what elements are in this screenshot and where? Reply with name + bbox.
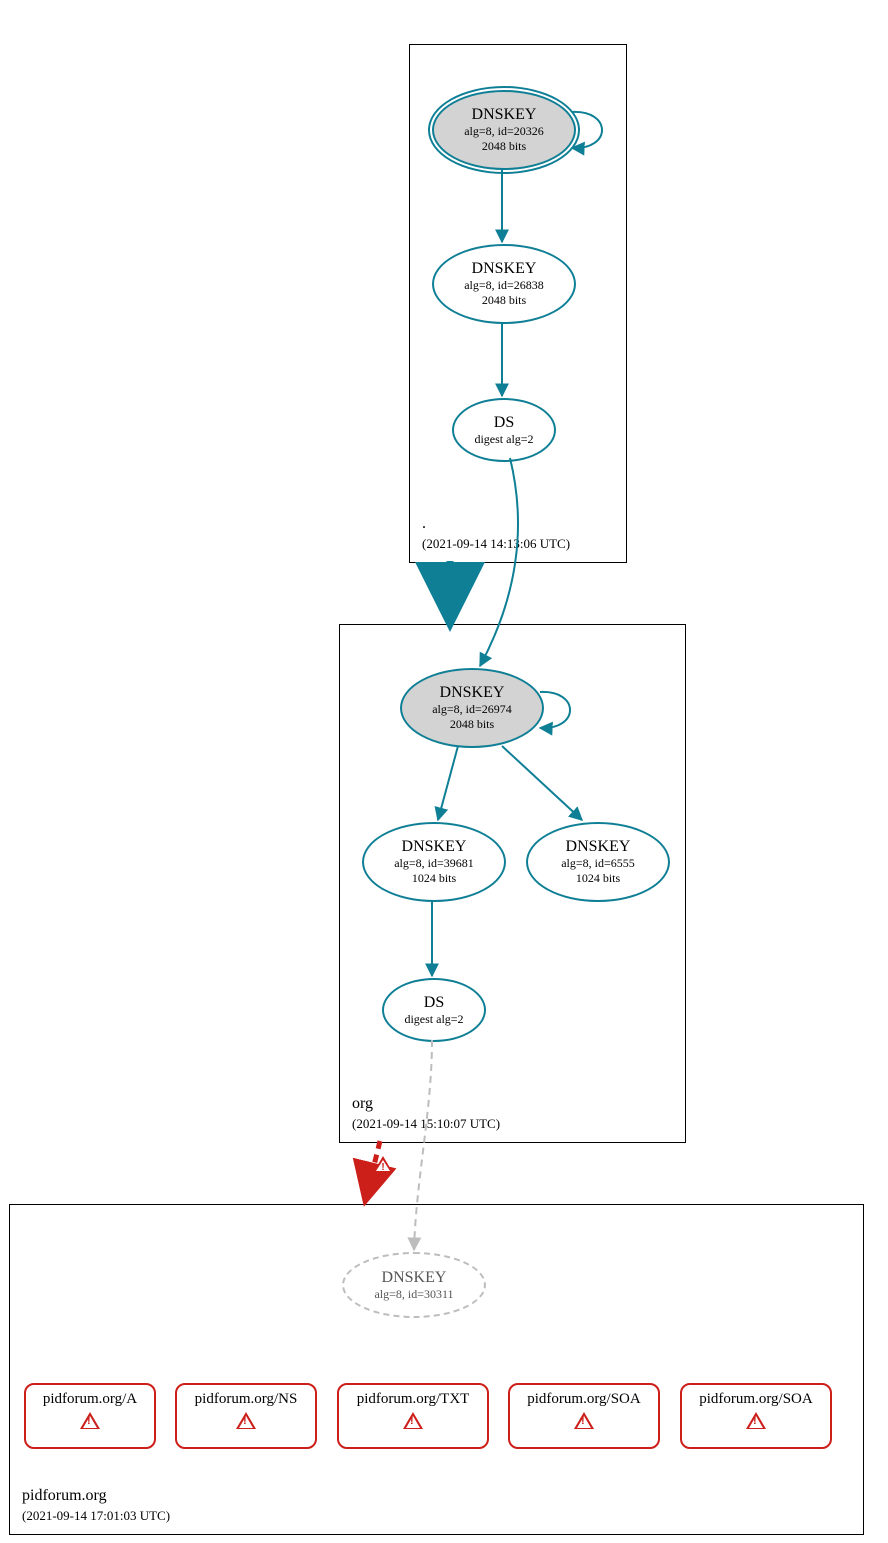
node-sub1: digest alg=2 bbox=[404, 1012, 463, 1027]
node-org-zsk1: DNSKEY alg=8, id=39681 1024 bits bbox=[362, 822, 506, 902]
rr-ns-label: pidforum.org/NS bbox=[177, 1391, 315, 1408]
zone-pidforum-ts: (2021-09-14 17:01:03 UTC) bbox=[22, 1508, 170, 1523]
node-root-ksk: DNSKEY alg=8, id=20326 2048 bits bbox=[432, 90, 576, 170]
warning-icon: ! bbox=[403, 1412, 423, 1429]
zone-org-ts: (2021-09-14 15:10:07 UTC) bbox=[352, 1116, 500, 1131]
warning-icon: ! bbox=[373, 1156, 393, 1173]
node-sub2: 1024 bits bbox=[412, 871, 456, 886]
node-sub2: 2048 bits bbox=[482, 139, 526, 154]
warning-icon: ! bbox=[746, 1412, 766, 1429]
zone-pidforum-label: pidforum.org (2021-09-14 17:01:03 UTC) bbox=[22, 1486, 170, 1526]
rr-soa2: pidforum.org/SOA ! bbox=[680, 1383, 832, 1449]
node-title: DNSKEY bbox=[566, 838, 631, 856]
node-root-ds: DS digest alg=2 bbox=[452, 398, 556, 462]
node-root-zsk: DNSKEY alg=8, id=26838 2048 bits bbox=[432, 244, 576, 324]
rr-txt: pidforum.org/TXT ! bbox=[337, 1383, 489, 1449]
edge-delegation-org-pidforum bbox=[366, 1141, 380, 1198]
node-org-ds: DS digest alg=2 bbox=[382, 978, 486, 1042]
node-sub2: 2048 bits bbox=[482, 293, 526, 308]
node-org-zsk2: DNSKEY alg=8, id=6555 1024 bits bbox=[526, 822, 670, 902]
node-title: DS bbox=[494, 414, 514, 432]
node-sub1: alg=8, id=39681 bbox=[394, 856, 474, 871]
node-org-ksk: DNSKEY alg=8, id=26974 2048 bits bbox=[400, 668, 544, 748]
rr-soa2-label: pidforum.org/SOA bbox=[682, 1391, 830, 1408]
node-title: DNSKEY bbox=[472, 260, 537, 278]
svg-text:!: ! bbox=[381, 1162, 384, 1173]
node-sub1: alg=8, id=26974 bbox=[432, 702, 512, 717]
warning-icon: ! bbox=[80, 1412, 100, 1429]
zone-org-name: org bbox=[352, 1095, 373, 1112]
node-sub2: 2048 bits bbox=[450, 717, 494, 732]
node-sub1: digest alg=2 bbox=[474, 432, 533, 447]
node-sub1: alg=8, id=30311 bbox=[374, 1287, 453, 1302]
rr-soa1-label: pidforum.org/SOA bbox=[510, 1391, 658, 1408]
node-title: DNSKEY bbox=[440, 684, 505, 702]
warning-icon: ! bbox=[574, 1412, 594, 1429]
node-pid-dnskey: DNSKEY alg=8, id=30311 bbox=[342, 1252, 486, 1318]
node-sub2: 1024 bits bbox=[576, 871, 620, 886]
zone-root-ts: (2021-09-14 14:13:06 UTC) bbox=[422, 536, 570, 551]
zone-root-name: . bbox=[422, 515, 426, 532]
warning-icon: ! bbox=[236, 1412, 256, 1429]
zone-org-label: org (2021-09-14 15:10:07 UTC) bbox=[352, 1094, 500, 1134]
node-sub1: alg=8, id=26838 bbox=[464, 278, 544, 293]
rr-a: pidforum.org/A ! bbox=[24, 1383, 156, 1449]
rr-txt-label: pidforum.org/TXT bbox=[339, 1391, 487, 1408]
rr-ns: pidforum.org/NS ! bbox=[175, 1383, 317, 1449]
node-title: DNSKEY bbox=[402, 838, 467, 856]
rr-a-label: pidforum.org/A bbox=[26, 1391, 154, 1408]
node-title: DS bbox=[424, 994, 444, 1012]
node-sub1: alg=8, id=20326 bbox=[464, 124, 544, 139]
node-sub1: alg=8, id=6555 bbox=[561, 856, 635, 871]
rr-soa1: pidforum.org/SOA ! bbox=[508, 1383, 660, 1449]
node-title: DNSKEY bbox=[472, 106, 537, 124]
zone-root-label: . (2021-09-14 14:13:06 UTC) bbox=[422, 514, 570, 554]
zone-pidforum-name: pidforum.org bbox=[22, 1487, 107, 1504]
node-title: DNSKEY bbox=[382, 1269, 447, 1287]
